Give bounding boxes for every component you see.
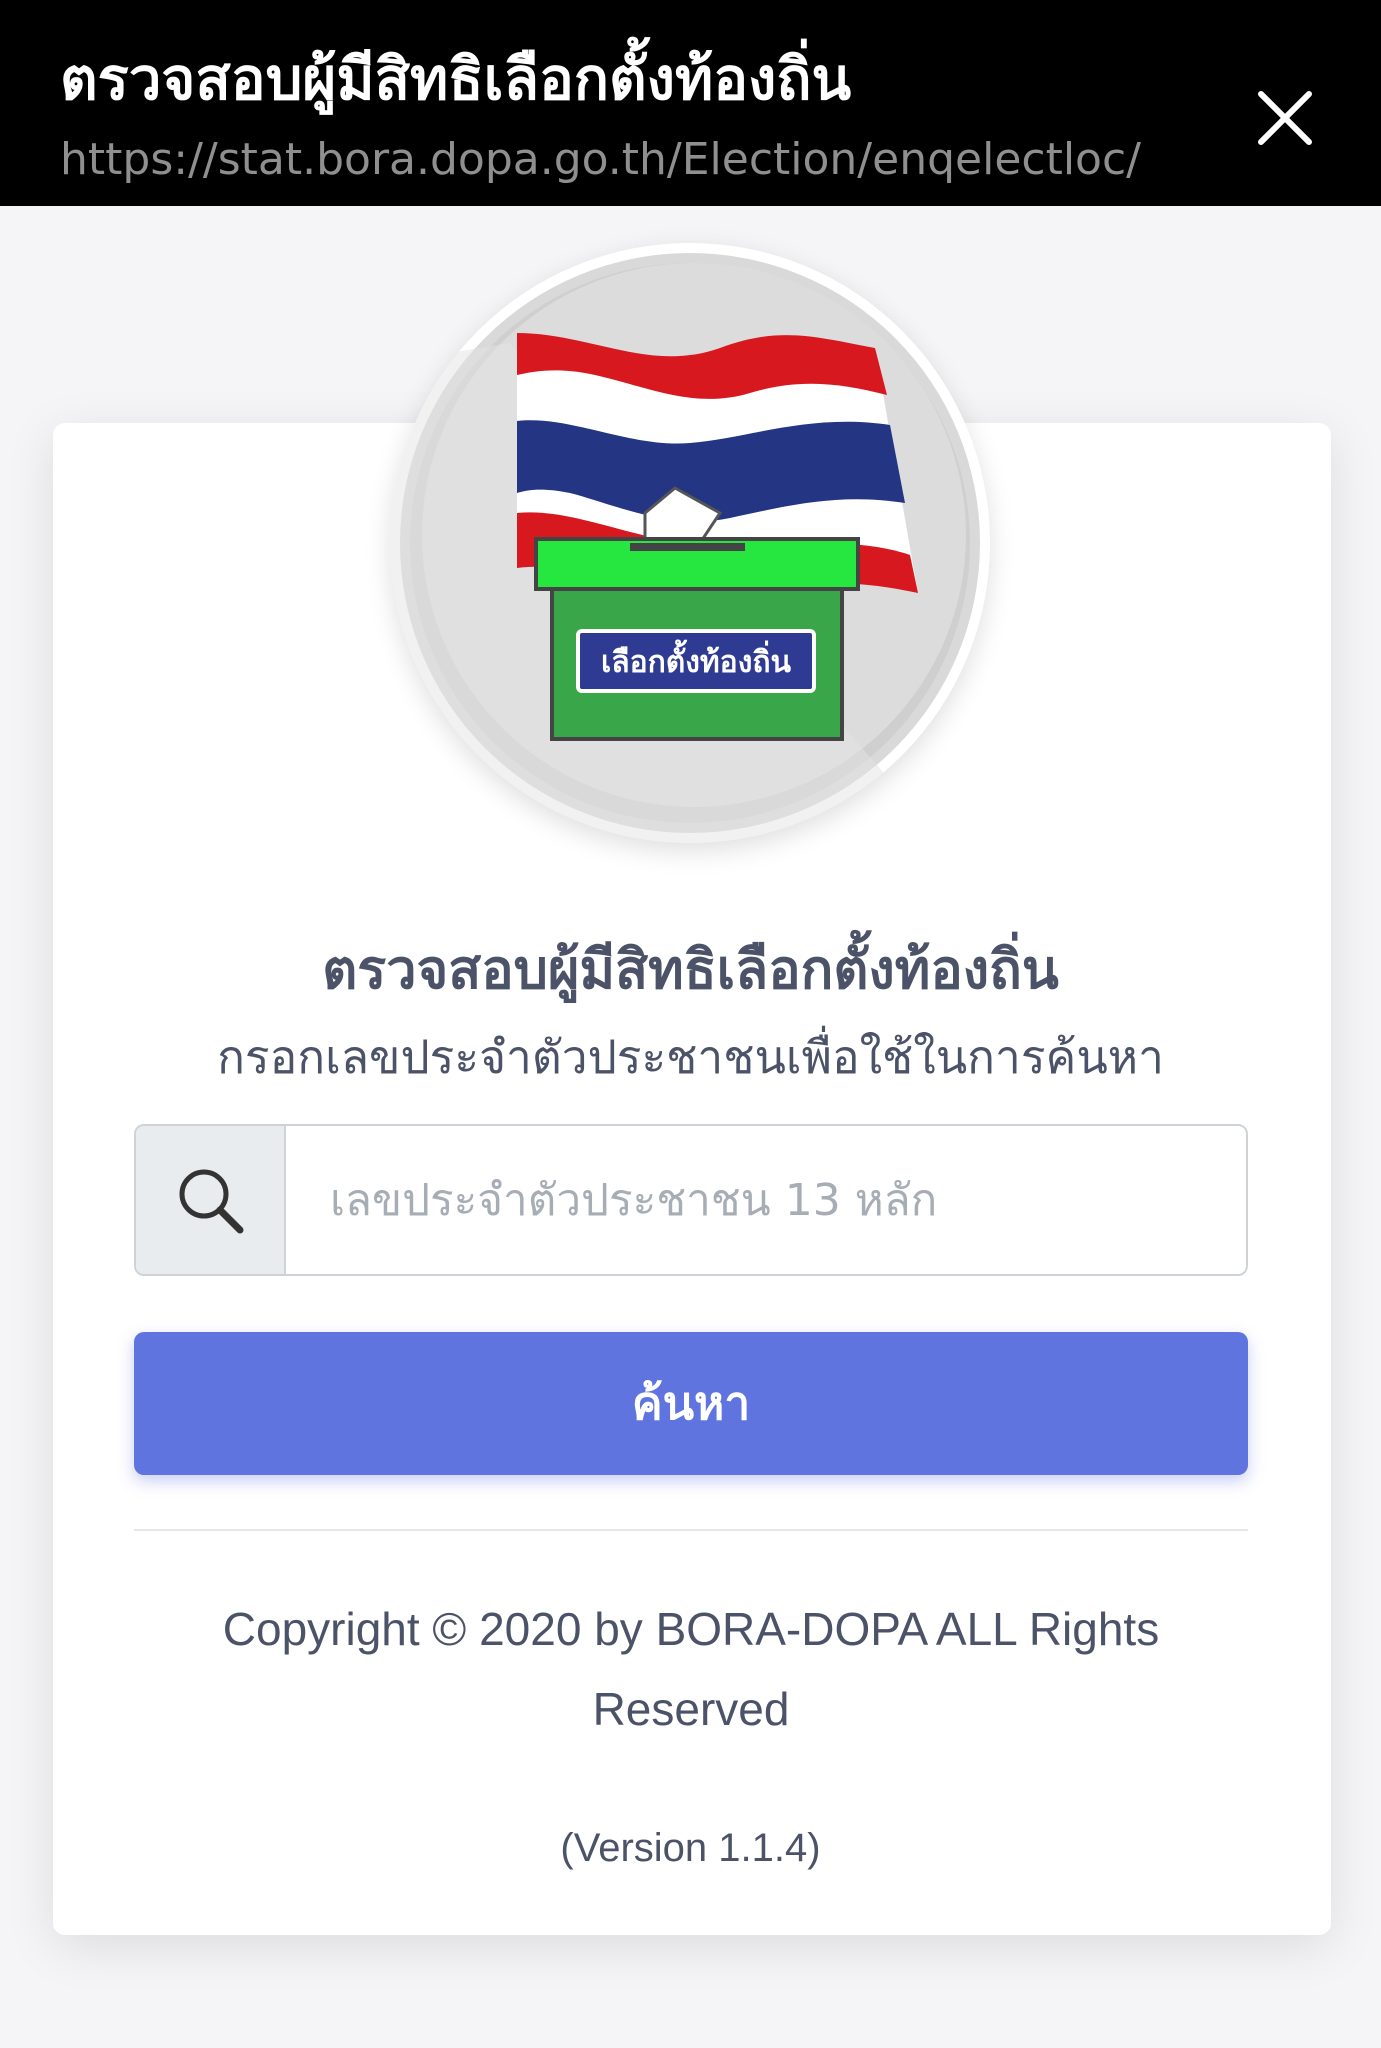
close-icon (1258, 91, 1312, 145)
close-button[interactable] (1253, 86, 1317, 150)
version-text: (Version 1.1.4) (560, 1826, 821, 1870)
search-icon (179, 1169, 244, 1234)
browser-top-bar: ตรวจสอบผู้มีสิทธิเลือกตั้งท้องถิ่น https… (0, 0, 1381, 206)
search-addon (136, 1126, 286, 1274)
divider (134, 1529, 1248, 1531)
card-heading: ตรวจสอบผู้มีสิทธิเลือกตั้งท้องถิ่น (322, 938, 1059, 1001)
ballot-box-label: เลือกตั้งท้องถิ่น (601, 639, 792, 680)
page-url: https://stat.bora.dopa.go.th/Election/en… (60, 134, 1141, 185)
id-search-field (134, 1124, 1248, 1276)
page-title: ตรวจสอบผู้มีสิทธิเลือกตั้งท้องถิ่น (60, 45, 852, 113)
citizen-id-input[interactable] (286, 1126, 1246, 1274)
copyright-text: Copyright © 2020 by BORA-DOPA ALL Rights… (222, 1603, 1160, 1735)
search-button[interactable]: ค้นหา (134, 1332, 1248, 1475)
card-subheading: กรอกเลขประจำตัวประชาชนเพื่อใช้ในการค้นหา (217, 1030, 1164, 1084)
election-logo: เลือกตั้งท้องถิ่น (390, 243, 990, 843)
